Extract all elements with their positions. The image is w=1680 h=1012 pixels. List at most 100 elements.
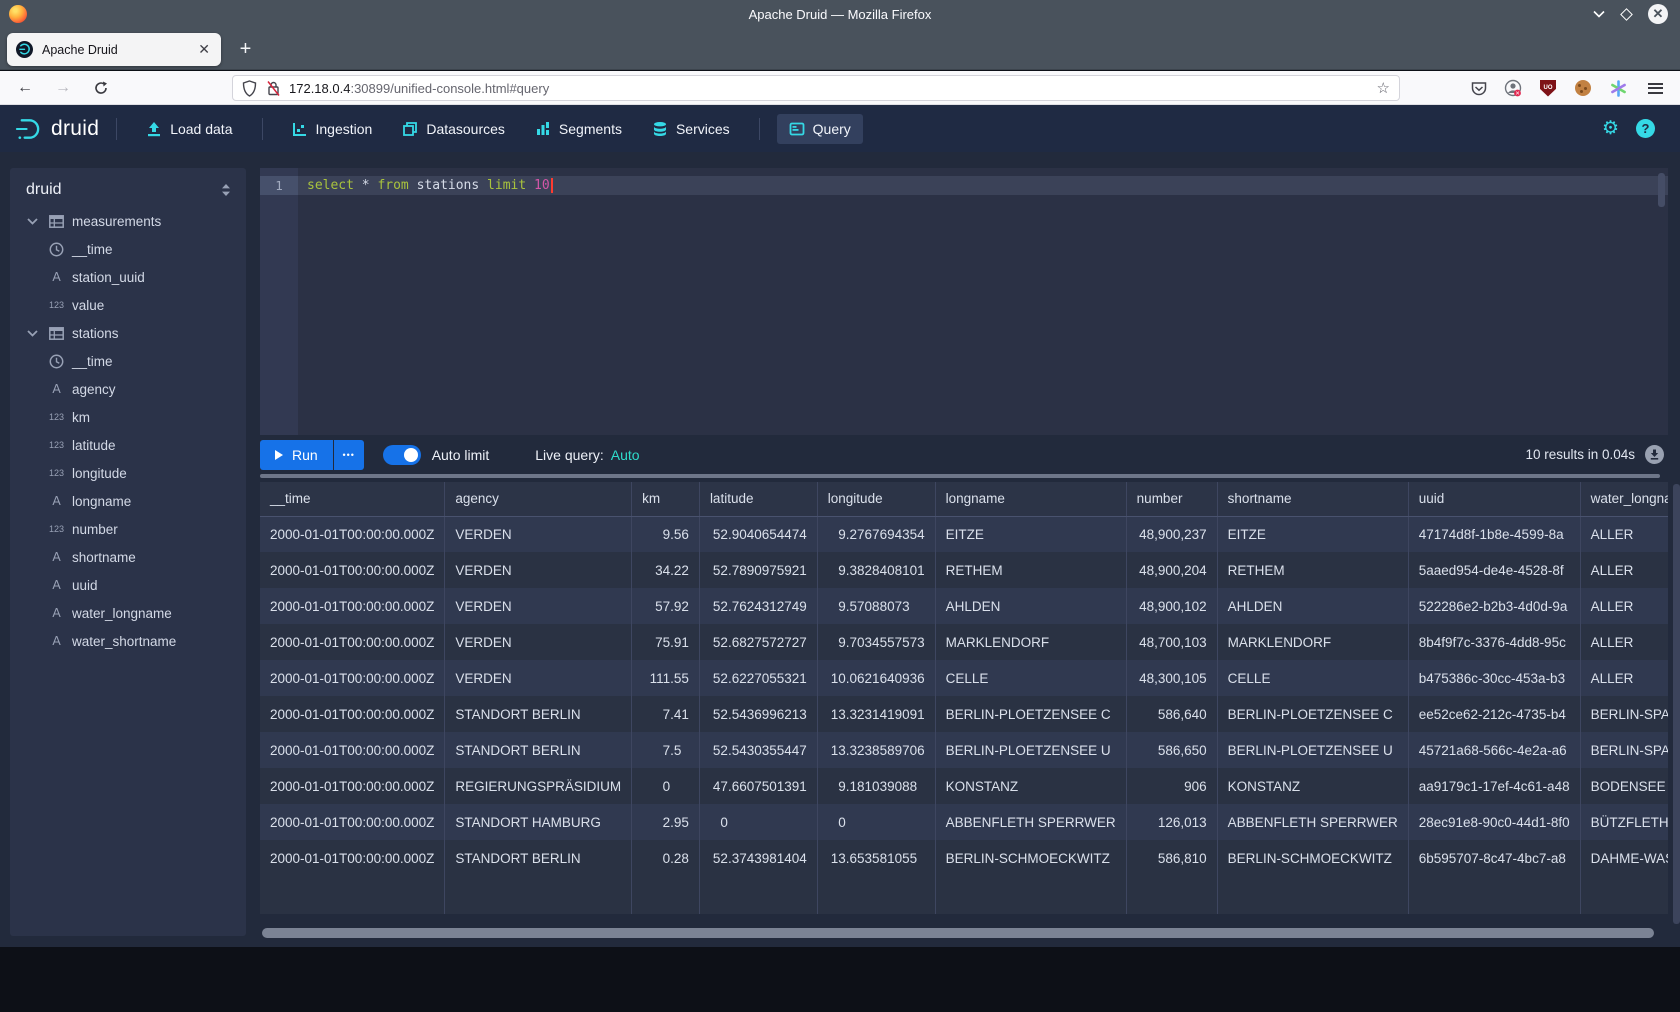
cell-latitude[interactable]: 52.6227055321 [699, 660, 817, 696]
cell-agency[interactable]: STANDORT HAMBURG [445, 804, 632, 840]
cell-agency[interactable]: VERDEN [445, 624, 632, 660]
cell-agency[interactable]: VERDEN [445, 552, 632, 588]
cell-latitude[interactable]: 52.7890975921 [699, 552, 817, 588]
cell-longname[interactable]: ABBENFLETH SPERRWER [935, 804, 1126, 840]
cell-__time[interactable]: 2000-01-01T00:00:00.000Z [260, 840, 445, 876]
cell-shortname[interactable]: BERLIN-SCHMOECKWITZ [1217, 840, 1408, 876]
cell-__time[interactable]: 2000-01-01T00:00:00.000Z [260, 588, 445, 624]
cell-__time[interactable]: 2000-01-01T00:00:00.000Z [260, 660, 445, 696]
cell-number[interactable]: 586,640 [1126, 696, 1217, 732]
cell-latitude[interactable]: 52.7624312749 [699, 588, 817, 624]
tab-close-icon[interactable]: ✕ [196, 41, 212, 58]
cell-__time[interactable]: 2000-01-01T00:00:00.000Z [260, 516, 445, 552]
cell-latitude[interactable]: 52.9040654474 [699, 516, 817, 552]
browser-tab[interactable]: Apache Druid ✕ [7, 33, 221, 66]
cell-longitude[interactable]: 9.57088073 [817, 588, 935, 624]
cell-longitude[interactable]: 9.2767694354 [817, 516, 935, 552]
extension-asterisk-icon[interactable] [1607, 78, 1629, 98]
schema-column-item[interactable]: 123number [10, 515, 246, 543]
cell-latitude[interactable]: 52.6827572727 [699, 624, 817, 660]
cell-latitude[interactable]: 52.5436996213 [699, 696, 817, 732]
cell-longname[interactable]: BERLIN-PLOETZENSEE U [935, 732, 1126, 768]
cell-water_longname[interactable]: BÜTZFLETHER SÜDERE [1580, 804, 1668, 840]
nav-item-load-data[interactable]: Load data [134, 114, 244, 144]
schema-column-item[interactable]: __time [10, 235, 246, 263]
address-bar[interactable]: 172.18.0.4:30899/unified-console.html#qu… [232, 75, 1400, 101]
cell-longname[interactable]: BERLIN-PLOETZENSEE C [935, 696, 1126, 732]
column-header-longname[interactable]: longname [935, 482, 1126, 516]
cell-longname[interactable]: KONSTANZ [935, 768, 1126, 804]
minimize-chevron-icon[interactable] [1593, 10, 1605, 18]
cell-longitude[interactable]: 13.3238589706 [817, 732, 935, 768]
cell-water_longname[interactable]: BODENSEE [1580, 768, 1668, 804]
schema-table-item[interactable]: stations [10, 319, 246, 347]
run-button[interactable]: Run [260, 440, 333, 470]
cell-water_longname[interactable]: ALLER [1580, 552, 1668, 588]
close-icon[interactable]: ✕ [1648, 4, 1668, 24]
cell-shortname[interactable]: MARKLENDORF [1217, 624, 1408, 660]
schema-title[interactable]: druid [26, 181, 62, 199]
cell-__time[interactable]: 2000-01-01T00:00:00.000Z [260, 624, 445, 660]
auto-limit-toggle[interactable] [383, 445, 421, 465]
schema-column-item[interactable]: Astation_uuid [10, 263, 246, 291]
cell-uuid[interactable]: 5aaed954-de4e-4528-8f [1408, 552, 1580, 588]
cell-longitude[interactable]: 9.7034557573 [817, 624, 935, 660]
cell-water_longname[interactable]: BERLIN-SPANDAUER-S [1580, 696, 1668, 732]
cell-km[interactable]: 0 [632, 768, 700, 804]
cell-agency[interactable]: STANDORT BERLIN [445, 840, 632, 876]
cell-number[interactable]: 48,900,204 [1126, 552, 1217, 588]
cell-km[interactable]: 75.91 [632, 624, 700, 660]
schema-column-item[interactable]: Alongname [10, 487, 246, 515]
column-header-agency[interactable]: agency [445, 482, 632, 516]
cell-shortname[interactable]: CELLE [1217, 660, 1408, 696]
vertical-scrollbar[interactable] [1673, 484, 1680, 924]
insecure-lock-icon[interactable] [266, 80, 281, 97]
column-header-latitude[interactable]: latitude [699, 482, 817, 516]
nav-item-services[interactable]: Services [640, 114, 742, 144]
cell-uuid[interactable]: ee52ce62-212c-4735-b4 [1408, 696, 1580, 732]
url-text[interactable]: 172.18.0.4:30899/unified-console.html#qu… [289, 81, 1377, 96]
bookmark-star-icon[interactable]: ☆ [1377, 79, 1390, 97]
cell-number[interactable]: 48,300,105 [1126, 660, 1217, 696]
cell-shortname[interactable]: BERLIN-PLOETZENSEE U [1217, 732, 1408, 768]
nav-item-datasources[interactable]: Datasources [390, 114, 517, 144]
cell-shortname[interactable]: BERLIN-PLOETZENSEE C [1217, 696, 1408, 732]
back-icon[interactable]: ← [12, 76, 38, 100]
run-more-options-button[interactable]: ••• [334, 440, 364, 470]
schema-table-item[interactable]: measurements [10, 207, 246, 235]
cell-latitude[interactable]: 52.5430355447 [699, 732, 817, 768]
schema-column-item[interactable]: Auuid [10, 571, 246, 599]
live-query-value[interactable]: Auto [611, 447, 640, 463]
column-header-longitude[interactable]: longitude [817, 482, 935, 516]
sql-editor[interactable]: 1 select * from stations limit 10 [260, 168, 1668, 435]
cell-km[interactable]: 2.95 [632, 804, 700, 840]
cell-water_longname[interactable]: ALLER [1580, 516, 1668, 552]
cell-number[interactable]: 586,650 [1126, 732, 1217, 768]
column-header-water_longname[interactable]: water_longname [1580, 482, 1668, 516]
cell-shortname[interactable]: RETHEM [1217, 552, 1408, 588]
cell-number[interactable]: 48,900,102 [1126, 588, 1217, 624]
cell-longname[interactable]: EITZE [935, 516, 1126, 552]
cell-longname[interactable]: RETHEM [935, 552, 1126, 588]
cell-km[interactable]: 7.5 [632, 732, 700, 768]
maximize-diamond-icon[interactable] [1622, 10, 1631, 19]
cell-number[interactable]: 906 [1126, 768, 1217, 804]
sql-code-line[interactable]: select * from stations limit 10 [307, 176, 553, 195]
cell-water_longname[interactable]: ALLER [1580, 588, 1668, 624]
cell-shortname[interactable]: AHLDEN [1217, 588, 1408, 624]
column-header-km[interactable]: km [632, 482, 700, 516]
cell-agency[interactable]: STANDORT BERLIN [445, 732, 632, 768]
forward-icon[interactable]: → [50, 76, 76, 100]
cell-uuid[interactable]: 6b595707-8c47-4bc7-a8 [1408, 840, 1580, 876]
cell-uuid[interactable]: aa9179c1-17ef-4c61-a48 [1408, 768, 1580, 804]
cell-km[interactable]: 111.55 [632, 660, 700, 696]
nav-item-segments[interactable]: Segments [523, 114, 634, 144]
cell-uuid[interactable]: 522286e2-b2b3-4d0d-9a [1408, 588, 1580, 624]
download-icon[interactable] [1645, 445, 1664, 464]
pocket-icon[interactable] [1468, 78, 1490, 98]
schema-column-item[interactable]: 123latitude [10, 431, 246, 459]
schema-column-item[interactable]: Aagency [10, 375, 246, 403]
schema-column-item[interactable]: Ashortname [10, 543, 246, 571]
schema-column-item[interactable]: Awater_longname [10, 599, 246, 627]
cell-longname[interactable]: BERLIN-SCHMOECKWITZ [935, 840, 1126, 876]
